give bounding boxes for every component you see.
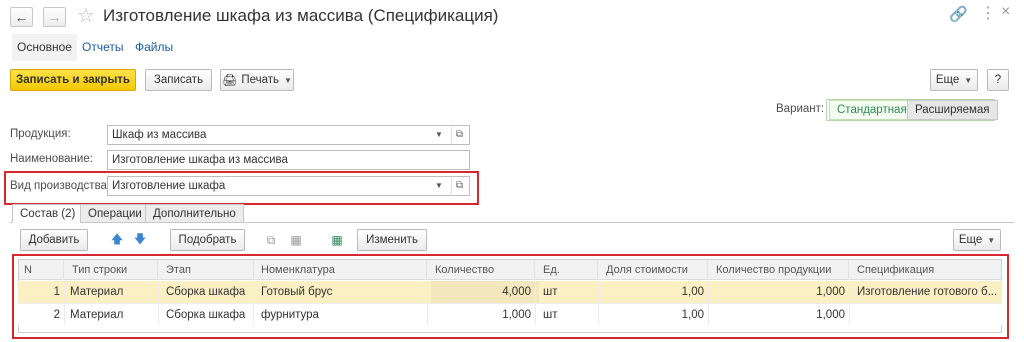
- production-type-value: Изготовление шкафа: [112, 180, 226, 192]
- copy-icon[interactable]: ⧉: [262, 231, 280, 249]
- dropdown-icon[interactable]: ▼: [431, 177, 447, 195]
- print-button[interactable]: 🖨 Печать ▼: [220, 69, 294, 91]
- window-title: Изготовление шкафа из массива (Специфика…: [103, 6, 499, 25]
- table-more-button[interactable]: Еще ▼: [953, 229, 1001, 251]
- chevron-down-icon: ▼: [964, 75, 973, 85]
- production-type-field[interactable]: Изготовление шкафа ▼ ⧉: [107, 176, 470, 196]
- paste-icon[interactable]: ▦: [287, 231, 305, 249]
- print-label: Печать: [241, 74, 279, 86]
- table-view-icon[interactable]: ▦: [328, 231, 346, 249]
- tab-additional[interactable]: Дополнительно: [145, 204, 244, 223]
- save-button[interactable]: Записать: [145, 69, 212, 91]
- more-button[interactable]: Еще ▼: [930, 69, 978, 91]
- favorite-star-icon[interactable]: ☆: [77, 3, 95, 28]
- chevron-down-icon: ▼: [284, 75, 292, 85]
- tab-files[interactable]: Файлы: [135, 34, 173, 61]
- production-type-label: Вид производства:: [10, 180, 111, 192]
- arrow-left-icon: ←: [14, 9, 29, 25]
- product-field[interactable]: Шкаф из массива ▼ ⧉: [107, 125, 470, 145]
- name-label: Наименование:: [10, 153, 93, 165]
- back-button[interactable]: ←: [10, 7, 33, 27]
- save-and-close-button[interactable]: Записать и закрыть: [10, 69, 136, 91]
- more-icon[interactable]: ⋮: [980, 3, 996, 23]
- tab-main[interactable]: Основное: [12, 34, 77, 61]
- add-button[interactable]: Добавить: [20, 229, 88, 251]
- close-icon[interactable]: ×: [1001, 3, 1010, 21]
- name-value: Изготовление шкафа из массива: [112, 154, 288, 166]
- product-label: Продукция:: [10, 128, 71, 140]
- pick-button[interactable]: Подобрать: [170, 229, 245, 251]
- table-more-label: Еще: [958, 234, 983, 246]
- chevron-down-icon: ▼: [987, 235, 996, 245]
- highlight-frame-table: [12, 254, 1009, 339]
- forward-button[interactable]: →: [43, 7, 66, 27]
- tab-composition[interactable]: Состав (2): [12, 204, 84, 223]
- variant-standard-option[interactable]: Стандартная: [829, 100, 915, 120]
- tab-reports[interactable]: Отчеты: [82, 34, 123, 61]
- open-icon[interactable]: ⧉: [451, 127, 467, 143]
- open-icon[interactable]: ⧉: [451, 178, 467, 194]
- help-button[interactable]: ?: [987, 69, 1009, 91]
- change-button[interactable]: Изменить: [357, 229, 427, 251]
- move-down-icon[interactable]: 🡇: [131, 231, 149, 249]
- more-label: Еще: [935, 74, 960, 86]
- printer-icon: 🖨: [222, 73, 238, 87]
- link-icon[interactable]: 🔗: [949, 5, 968, 23]
- name-field[interactable]: Изготовление шкафа из массива: [107, 150, 470, 170]
- variant-extended-option[interactable]: Расширяемая: [907, 100, 998, 120]
- variant-label: Вариант:: [776, 103, 825, 115]
- tab-operations[interactable]: Операции: [80, 204, 150, 223]
- dropdown-icon[interactable]: ▼: [431, 126, 447, 144]
- move-up-icon[interactable]: 🡅: [108, 231, 126, 249]
- arrow-right-icon: →: [47, 9, 62, 25]
- product-value: Шкаф из массива: [112, 129, 207, 141]
